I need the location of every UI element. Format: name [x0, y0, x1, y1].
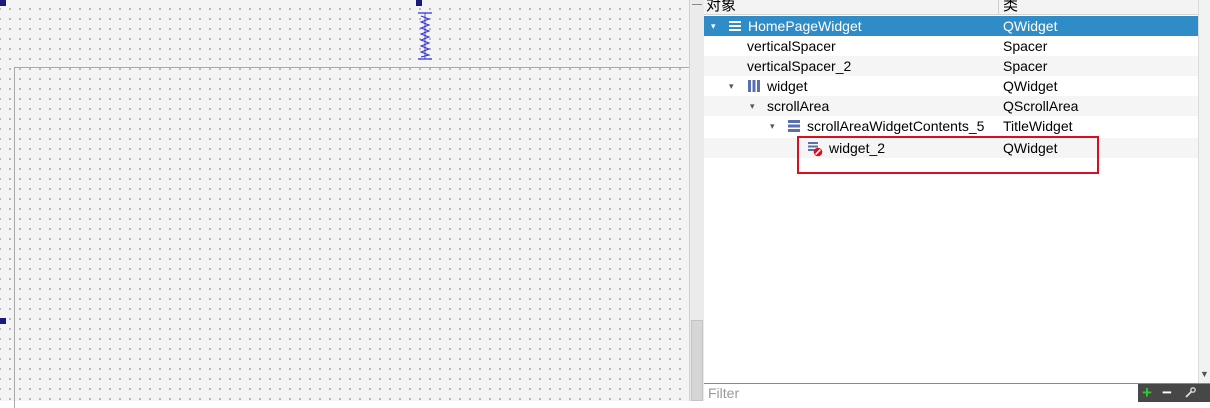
- filter-toolbar: + −: [1138, 384, 1210, 402]
- tree-row-homepagewidget[interactable]: ▾ HomePageWidget QWidget: [704, 16, 1198, 36]
- annotation-highlight-box: [797, 136, 1099, 174]
- canvas-scrollbar-thumb[interactable]: [691, 320, 703, 401]
- canvas-vertical-scrollbar[interactable]: [689, 0, 705, 401]
- object-class: QWidget: [1003, 18, 1058, 34]
- inspector-vertical-scrollbar[interactable]: ▼: [1198, 0, 1210, 383]
- object-name: widget: [767, 78, 808, 94]
- tree-row-widget[interactable]: ▾ widget QWidget: [704, 76, 1198, 96]
- layout-vertical-icon: [729, 21, 741, 31]
- tree-row-scrollarea[interactable]: ▾ scrollArea QScrollArea: [704, 96, 1198, 116]
- inspector-header: 对象 类: [704, 0, 1210, 15]
- wrench-icon[interactable]: [1184, 387, 1196, 399]
- header-class[interactable]: 类: [1003, 0, 1018, 14]
- layout-columns-icon: [748, 80, 760, 92]
- tree-row-scrollareawidgetcontents-5[interactable]: ▾ scrollAreaWidgetContents_5 TitleWidget: [704, 116, 1198, 136]
- expand-arrow-icon[interactable]: ▾: [750, 96, 755, 116]
- object-class: QWidget: [1003, 78, 1058, 94]
- object-class: Spacer: [1003, 58, 1048, 74]
- vertical-spacer-icon[interactable]: [415, 11, 435, 61]
- header-divider[interactable]: [998, 0, 999, 14]
- selection-handle-top-left[interactable]: [0, 0, 6, 6]
- form-design-canvas[interactable]: [0, 0, 690, 408]
- object-name: scrollAreaWidgetContents_5: [807, 118, 985, 134]
- object-name: HomePageWidget: [748, 18, 862, 34]
- layout-rows-icon: [788, 120, 800, 132]
- header-object[interactable]: 对象: [706, 0, 736, 14]
- remove-object-button[interactable]: −: [1162, 384, 1172, 401]
- object-class: TitleWidget: [1003, 118, 1073, 134]
- filter-bar: + −: [704, 383, 1210, 402]
- scrollbar-top-tick: [692, 4, 702, 5]
- object-name: verticalSpacer_2: [747, 58, 852, 74]
- object-name: scrollArea: [767, 98, 830, 114]
- selection-handle-top-middle[interactable]: [416, 0, 422, 6]
- expand-arrow-icon[interactable]: ▾: [770, 116, 775, 136]
- expand-arrow-icon[interactable]: ▾: [729, 76, 734, 96]
- tree-row-verticalspacer[interactable]: verticalSpacer Spacer: [704, 36, 1198, 56]
- expand-arrow-icon[interactable]: ▾: [711, 16, 716, 36]
- filter-input[interactable]: [704, 384, 1136, 402]
- object-name: verticalSpacer: [747, 38, 836, 54]
- selection-handle-middle-left[interactable]: [0, 318, 6, 324]
- scroll-down-arrow-icon[interactable]: ▼: [1200, 369, 1209, 379]
- tree-row-verticalspacer-2[interactable]: verticalSpacer_2 Spacer: [704, 56, 1198, 76]
- object-inspector: 对象 类 ▾ HomePageWidget QWidget verticalSp…: [704, 0, 1210, 402]
- add-object-button[interactable]: +: [1142, 384, 1152, 401]
- object-class: Spacer: [1003, 38, 1048, 54]
- object-class: QScrollArea: [1003, 98, 1079, 114]
- form-widget-frame[interactable]: [14, 67, 690, 408]
